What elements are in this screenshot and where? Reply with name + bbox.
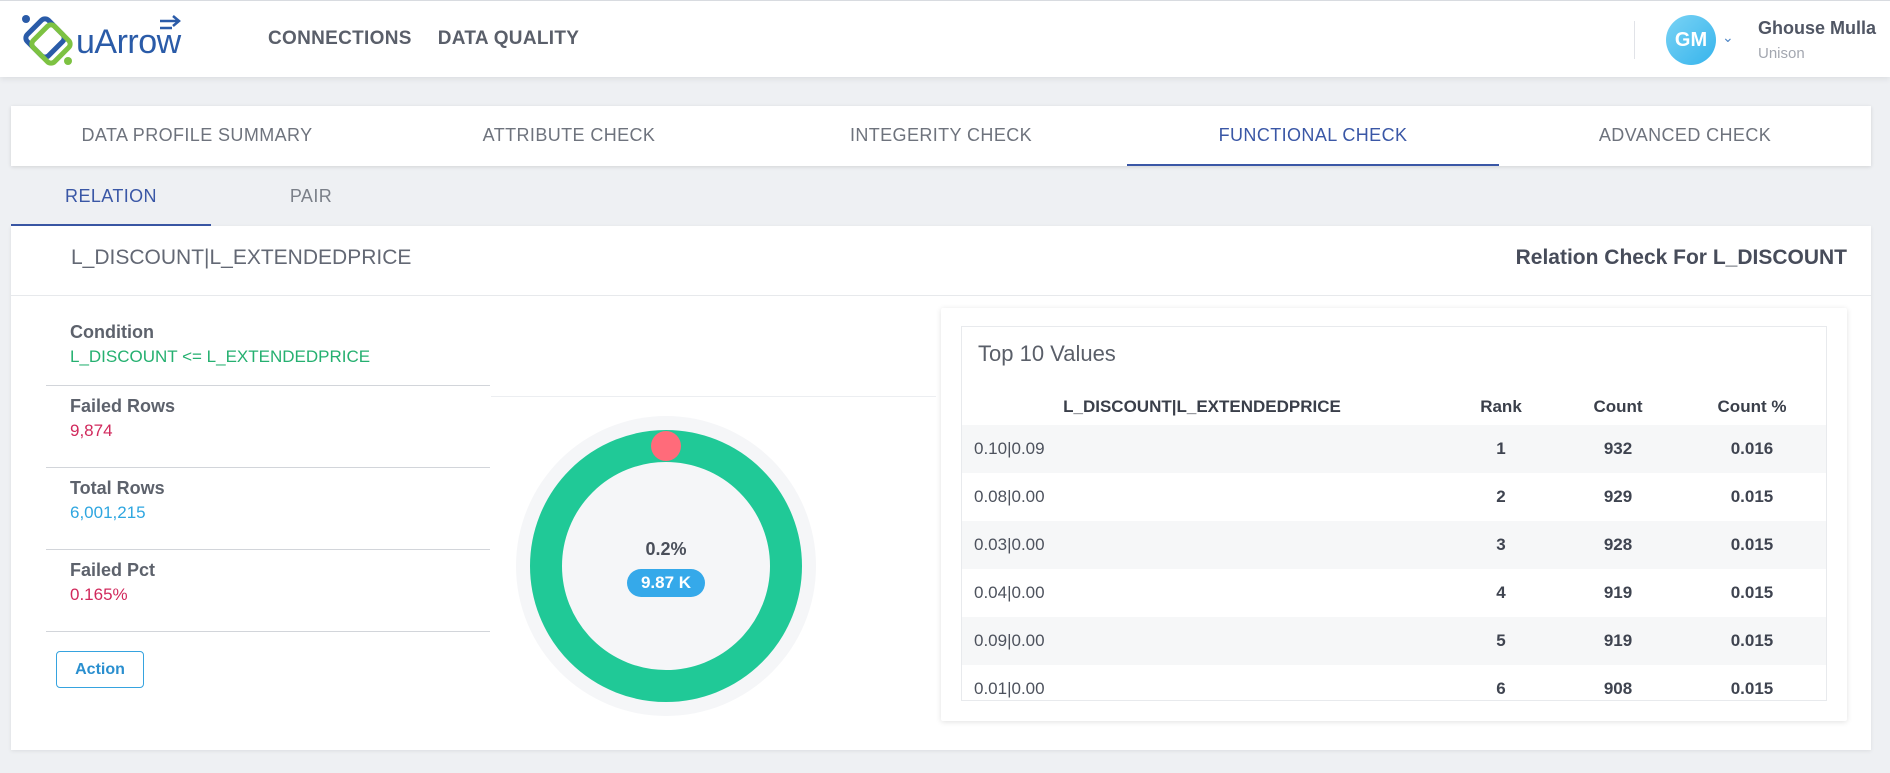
pair-title: L_DISCOUNT|L_EXTENDEDPRICE <box>71 246 412 269</box>
tab-functional-check[interactable]: FUNCTIONAL CHECK <box>1127 106 1499 166</box>
donut-percent-label: 0.2% <box>645 539 687 559</box>
donut-count-badge: 9.87 K <box>627 569 705 597</box>
stat-condition: Condition L_DISCOUNT <= L_EXTENDEDPRICE <box>46 316 490 386</box>
total-rows-value: 6,001,215 <box>70 503 146 522</box>
cell-count-pct: 0.015 <box>1676 617 1826 665</box>
cell-count: 929 <box>1603 487 1633 506</box>
top-navbar: uArrow CONNECTIONS DATA QUALITY GM ⌄ Gho… <box>0 0 1890 77</box>
brand-logo[interactable]: uArrow <box>20 13 190 69</box>
divider <box>491 396 936 397</box>
tab-relation[interactable]: RELATION <box>11 172 211 226</box>
uarrow-logo-icon <box>22 15 73 66</box>
tab-data-profile-summary[interactable]: DATA PROFILE SUMMARY <box>11 106 383 166</box>
table-row[interactable]: 0.09|0.00 5 919 0.015 <box>962 617 1826 665</box>
tab-advanced-check[interactable]: ADVANCED CHECK <box>1499 106 1871 166</box>
cell-rank: 4 <box>1496 583 1506 602</box>
donut-chart <box>516 416 816 716</box>
action-button[interactable]: Action <box>56 651 144 688</box>
cell-value: 0.03|0.00 <box>962 521 1442 569</box>
cell-count: 928 <box>1560 521 1676 569</box>
cell-rank: 5 <box>1442 617 1560 665</box>
cell-rank: 3 <box>1442 521 1560 569</box>
avatar[interactable]: GM <box>1666 15 1716 65</box>
condition-label: Condition <box>70 322 154 342</box>
stat-failed-rows: Failed Rows 9,874 <box>46 386 490 468</box>
condition-value: L_DISCOUNT <= L_EXTENDEDPRICE <box>70 347 371 366</box>
cell-rank: 6 <box>1496 679 1506 698</box>
col-count: Count <box>1593 397 1643 416</box>
cell-value: 0.08|0.00 <box>974 487 1045 506</box>
col-rank: Rank <box>1480 397 1522 416</box>
cell-count-pct: 0.016 <box>1676 425 1826 473</box>
cell-count-pct: 0.015 <box>1730 583 1774 602</box>
stat-total-rows: Total Rows 6,001,215 <box>46 468 490 550</box>
failed-pct-label: Failed Pct <box>70 560 156 580</box>
cell-rank: 1 <box>1442 425 1560 473</box>
relation-title: Relation Check For L_DISCOUNT <box>1515 246 1847 269</box>
table-row[interactable]: 0.10|0.09 1 932 0.016 <box>962 425 1826 473</box>
arrow-icon <box>160 15 181 30</box>
cell-count-pct: 0.015 <box>1676 521 1826 569</box>
failed-rows-value: 9,874 <box>70 421 113 440</box>
failed-rows-donut: 0.2% 9.87 K <box>511 411 821 721</box>
user-name: Ghouse Mulla <box>1758 18 1877 38</box>
cell-count: 908 <box>1603 679 1633 698</box>
col-count-pct: Count % <box>1717 397 1787 416</box>
cell-count: 932 <box>1560 425 1676 473</box>
stats-list: Condition L_DISCOUNT <= L_EXTENDEDPRICE … <box>46 316 490 632</box>
col-pair: L_DISCOUNT|L_EXTENDEDPRICE <box>1063 397 1341 416</box>
cell-value: 0.04|0.00 <box>974 583 1045 602</box>
cell-count: 919 <box>1603 583 1633 602</box>
top-values-table: L_DISCOUNT|L_EXTENDEDPRICE Rank Count Co… <box>962 389 1826 700</box>
main-nav: CONNECTIONS DATA QUALITY <box>268 28 579 50</box>
cell-rank: 2 <box>1496 487 1506 506</box>
tab-attribute-check[interactable]: ATTRIBUTE CHECK <box>383 106 755 166</box>
table-row[interactable]: 0.08|0.00 2 929 0.015 <box>962 473 1826 521</box>
cell-count: 919 <box>1560 617 1676 665</box>
top-values-inner: Top 10 Values L_DISCOUNT|L_EXTENDEDPRICE… <box>961 326 1827 701</box>
user-org: Unison <box>1758 45 1805 62</box>
top-values-title: Top 10 Values <box>978 341 1116 366</box>
tab-pair[interactable]: PAIR <box>211 172 411 226</box>
donut-fail-marker <box>651 431 681 461</box>
card-header: L_DISCOUNT|L_EXTENDEDPRICE Relation Chec… <box>11 226 1871 296</box>
check-tabs: DATA PROFILE SUMMARY ATTRIBUTE CHECK INT… <box>11 106 1871 166</box>
cell-count-pct: 0.015 <box>1730 487 1774 506</box>
table-header-row: L_DISCOUNT|L_EXTENDEDPRICE Rank Count Co… <box>962 389 1826 425</box>
stat-failed-pct: Failed Pct 0.165% <box>46 550 490 632</box>
cell-value: 0.09|0.00 <box>962 617 1442 665</box>
table-row[interactable]: 0.04|0.00 4 919 0.015 <box>962 569 1826 617</box>
tab-integerity-check[interactable]: INTEGERITY CHECK <box>755 106 1127 166</box>
top-values-panel: Top 10 Values L_DISCOUNT|L_EXTENDEDPRICE… <box>941 308 1847 721</box>
table-row[interactable]: 0.01|0.00 6 908 0.015 <box>962 665 1826 700</box>
nav-data-quality[interactable]: DATA QUALITY <box>438 28 580 50</box>
relation-card: L_DISCOUNT|L_EXTENDEDPRICE Relation Chec… <box>11 226 1871 750</box>
functional-sub-tabs: RELATION PAIR <box>11 172 411 226</box>
chevron-down-icon[interactable]: ⌄ <box>1722 29 1734 46</box>
failed-rows-label: Failed Rows <box>70 396 176 416</box>
failed-pct-value: 0.165% <box>70 585 128 604</box>
nav-connections[interactable]: CONNECTIONS <box>268 28 412 50</box>
table-row[interactable]: 0.03|0.00 3 928 0.015 <box>962 521 1826 569</box>
cell-count-pct: 0.015 <box>1730 679 1774 698</box>
cell-value: 0.10|0.09 <box>962 425 1442 473</box>
nav-divider <box>1634 21 1635 59</box>
total-rows-label: Total Rows <box>70 478 165 498</box>
cell-value: 0.01|0.00 <box>974 679 1045 698</box>
